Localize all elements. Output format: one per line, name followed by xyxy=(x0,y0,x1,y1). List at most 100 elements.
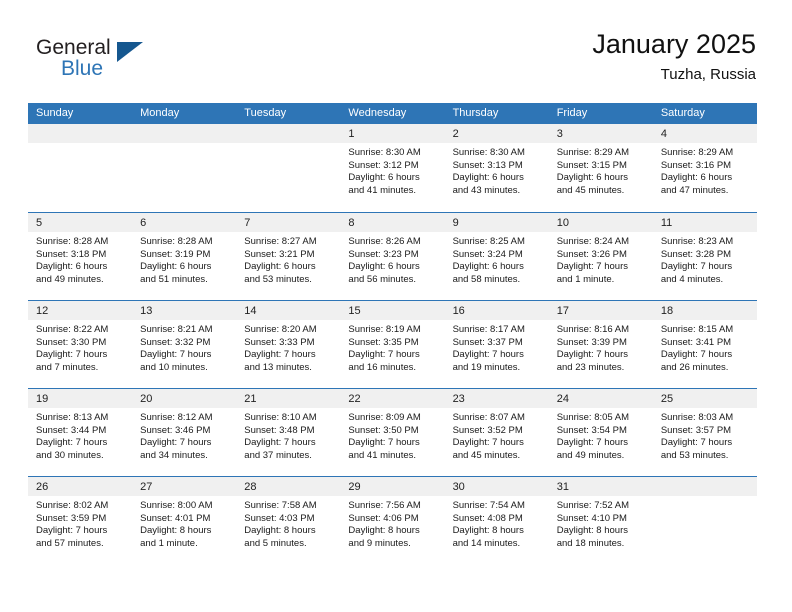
day-detail-line: Sunset: 3:23 PM xyxy=(348,248,419,260)
day-cell[interactable]: 16 Sunrise: 8:17 AM Sunset: 3:37 PM Dayligh… xyxy=(444,301,549,388)
day-number-band: 28 xyxy=(236,477,341,496)
day-detail-line: Sunset: 3:33 PM xyxy=(244,336,315,348)
day-detail-line: Sunrise: 8:26 AM xyxy=(348,236,421,247)
general-blue-logo[interactable]: General Blue xyxy=(36,36,156,82)
day-detail-line: Daylight: 6 hours xyxy=(348,172,420,184)
day-detail-line: and 49 minutes. xyxy=(556,449,625,461)
day-detail-line: Daylight: 8 hours xyxy=(244,525,316,537)
weekday-header-saturday: Saturday xyxy=(660,107,705,119)
day-cell[interactable]: 22 Sunrise: 8:09 AM Sunset: 3:50 PM Dayligh… xyxy=(340,389,445,476)
day-detail-line: Daylight: 7 hours xyxy=(348,437,420,449)
day-detail-line: and 10 minutes. xyxy=(140,361,208,373)
day-cell[interactable]: 4 Sunrise: 8:29 AM Sunset: 3:16 PM Daylight… xyxy=(652,124,757,212)
day-cell[interactable]: 7 Sunrise: 8:27 AM Sunset: 3:21 PM Daylight… xyxy=(236,213,341,300)
day-cell[interactable]: 14 Sunrise: 8:20 AM Sunset: 3:33 PM Dayligh… xyxy=(236,301,341,388)
day-detail-line: Daylight: 6 hours xyxy=(452,261,524,273)
day-number: 25 xyxy=(660,393,674,405)
day-detail-line: Sunrise: 8:29 AM xyxy=(660,147,734,158)
day-detail-line: Sunset: 3:32 PM xyxy=(140,336,211,348)
day-cell[interactable]: 29 Sunrise: 7:56 AM Sunset: 4:06 PM Dayligh… xyxy=(340,477,445,564)
day-cell[interactable]: 13 Sunrise: 8:21 AM Sunset: 3:32 PM Dayligh… xyxy=(132,301,237,388)
day-cell[interactable]: 11 Sunrise: 8:23 AM Sunset: 3:28 PM Dayligh… xyxy=(652,213,757,300)
day-cell[interactable]: 20 Sunrise: 8:12 AM Sunset: 3:46 PM Dayligh… xyxy=(132,389,237,476)
day-details: Sunrise: 8:02 AM Sunset: 3:59 PM Daylight:… xyxy=(28,496,132,550)
day-detail-line: Daylight: 6 hours xyxy=(452,172,524,184)
day-detail-line: Sunset: 3:35 PM xyxy=(348,336,419,348)
day-detail-line: and 7 minutes. xyxy=(36,361,99,373)
day-details: Sunrise: 8:19 AM Sunset: 3:35 PM Daylight:… xyxy=(340,320,444,374)
day-detail-line: Sunrise: 8:13 AM xyxy=(36,412,109,423)
day-number: 16 xyxy=(452,305,465,317)
day-detail-line: Sunset: 3:26 PM xyxy=(556,248,627,260)
day-detail-line: and 19 minutes. xyxy=(452,361,521,373)
day-cell[interactable]: 25 Sunrise: 8:03 AM Sunset: 3:57 PM Dayligh… xyxy=(652,389,757,476)
day-cell[interactable]: 27 Sunrise: 8:00 AM Sunset: 4:01 PM Dayligh… xyxy=(132,477,237,564)
day-cell[interactable]: 30 Sunrise: 7:54 AM Sunset: 4:08 PM Dayligh… xyxy=(444,477,549,564)
day-cell[interactable]: 24 Sunrise: 8:05 AM Sunset: 3:54 PM Dayligh… xyxy=(548,389,653,476)
day-number-band: 9 xyxy=(444,213,549,232)
day-detail-line: Sunrise: 8:27 AM xyxy=(244,236,317,247)
day-cell[interactable]: 18 Sunrise: 8:15 AM Sunset: 3:41 PM Dayligh… xyxy=(652,301,757,388)
day-number-band: 2 xyxy=(444,124,549,143)
day-number: 2 xyxy=(452,128,459,140)
day-detail-line: Sunrise: 7:56 AM xyxy=(348,500,421,511)
day-cell[interactable]: 8 Sunrise: 8:26 AM Sunset: 3:23 PM Daylight… xyxy=(340,213,445,300)
day-detail-line: and 26 minutes. xyxy=(660,361,729,373)
day-number: 20 xyxy=(140,393,153,405)
day-cell[interactable]: 5 Sunrise: 8:28 AM Sunset: 3:18 PM Daylight… xyxy=(28,213,133,300)
day-detail-line: Sunset: 3:16 PM xyxy=(660,159,732,171)
day-number: 3 xyxy=(556,128,563,140)
day-detail-line: Sunrise: 8:20 AM xyxy=(244,324,317,335)
location-subtitle: Tuzha, Russia xyxy=(660,66,756,83)
day-cell[interactable]: 3 Sunrise: 8:29 AM Sunset: 3:15 PM Daylight… xyxy=(548,124,653,212)
day-number-band: 31 xyxy=(548,477,653,496)
day-number-band: 23 xyxy=(444,389,549,408)
day-cell[interactable]: 21 Sunrise: 8:10 AM Sunset: 3:48 PM Dayligh… xyxy=(236,389,341,476)
day-detail-line: Daylight: 7 hours xyxy=(348,349,420,361)
day-number-band: 21 xyxy=(236,389,341,408)
day-details: Sunrise: 8:21 AM Sunset: 3:32 PM Daylight:… xyxy=(132,320,236,374)
day-cell[interactable]: 9 Sunrise: 8:25 AM Sunset: 3:24 PM Daylight… xyxy=(444,213,549,300)
day-cell-empty xyxy=(28,124,133,212)
day-details: Sunrise: 8:15 AM Sunset: 3:41 PM Daylight:… xyxy=(653,320,757,374)
day-cell[interactable]: 1 Sunrise: 8:30 AM Sunset: 3:12 PM Daylight… xyxy=(340,124,445,212)
day-cell[interactable]: 17 Sunrise: 8:16 AM Sunset: 3:39 PM Dayligh… xyxy=(548,301,653,388)
day-details xyxy=(28,143,132,147)
day-detail-line: Sunrise: 8:25 AM xyxy=(452,236,525,247)
day-detail-line: Sunrise: 8:19 AM xyxy=(348,324,421,335)
day-cell[interactable]: 2 Sunrise: 8:30 AM Sunset: 3:13 PM Daylight… xyxy=(444,124,549,212)
day-details: Sunrise: 8:10 AM Sunset: 3:48 PM Daylight:… xyxy=(236,408,340,462)
day-number-band xyxy=(652,477,757,496)
day-detail-line: Sunrise: 7:58 AM xyxy=(244,500,317,511)
day-cell[interactable]: 12 Sunrise: 8:22 AM Sunset: 3:30 PM Dayligh… xyxy=(28,301,133,388)
day-detail-line: Sunset: 3:54 PM xyxy=(556,424,627,436)
day-detail-line: Daylight: 7 hours xyxy=(36,525,108,537)
day-detail-line: Daylight: 8 hours xyxy=(140,525,212,537)
weekday-header-thursday: Thursday xyxy=(452,107,499,119)
day-details: Sunrise: 8:27 AM Sunset: 3:21 PM Daylight:… xyxy=(236,232,340,286)
day-cell[interactable]: 15 Sunrise: 8:19 AM Sunset: 3:35 PM Dayligh… xyxy=(340,301,445,388)
day-cell[interactable]: 28 Sunrise: 7:58 AM Sunset: 4:03 PM Dayligh… xyxy=(236,477,341,564)
day-detail-line: Sunset: 3:50 PM xyxy=(348,424,419,436)
day-detail-line: Sunrise: 8:03 AM xyxy=(660,412,734,423)
day-cell[interactable]: 19 Sunrise: 8:13 AM Sunset: 3:44 PM Dayligh… xyxy=(28,389,133,476)
day-cell[interactable]: 10 Sunrise: 8:24 AM Sunset: 3:26 PM Dayligh… xyxy=(548,213,653,300)
day-cell[interactable]: 23 Sunrise: 8:07 AM Sunset: 3:52 PM Dayligh… xyxy=(444,389,549,476)
day-number-band: 24 xyxy=(548,389,653,408)
day-number: 23 xyxy=(452,393,465,405)
day-details xyxy=(653,496,757,500)
day-number-band: 20 xyxy=(132,389,237,408)
day-cell[interactable]: 6 Sunrise: 8:28 AM Sunset: 3:19 PM Daylight… xyxy=(132,213,237,300)
day-detail-line: Daylight: 6 hours xyxy=(348,261,420,273)
day-number: 28 xyxy=(244,481,257,493)
title-block: January 2025 Tuzha, Russia xyxy=(592,28,756,86)
day-cell[interactable]: 26 Sunrise: 8:02 AM Sunset: 3:59 PM Dayligh… xyxy=(28,477,133,564)
logo-text-blue: Blue xyxy=(61,57,104,80)
day-detail-line: Daylight: 6 hours xyxy=(244,261,316,273)
day-detail-line: Sunset: 3:30 PM xyxy=(36,336,107,348)
day-number: 30 xyxy=(452,481,465,493)
calendar-week-row: 12 Sunrise: 8:22 AM Sunset: 3:30 PM Dayligh… xyxy=(28,300,757,388)
day-detail-line: Daylight: 8 hours xyxy=(348,525,420,537)
day-detail-line: Sunset: 3:19 PM xyxy=(140,248,211,260)
day-cell[interactable]: 31 Sunrise: 7:52 AM Sunset: 4:10 PM Dayligh… xyxy=(548,477,653,564)
